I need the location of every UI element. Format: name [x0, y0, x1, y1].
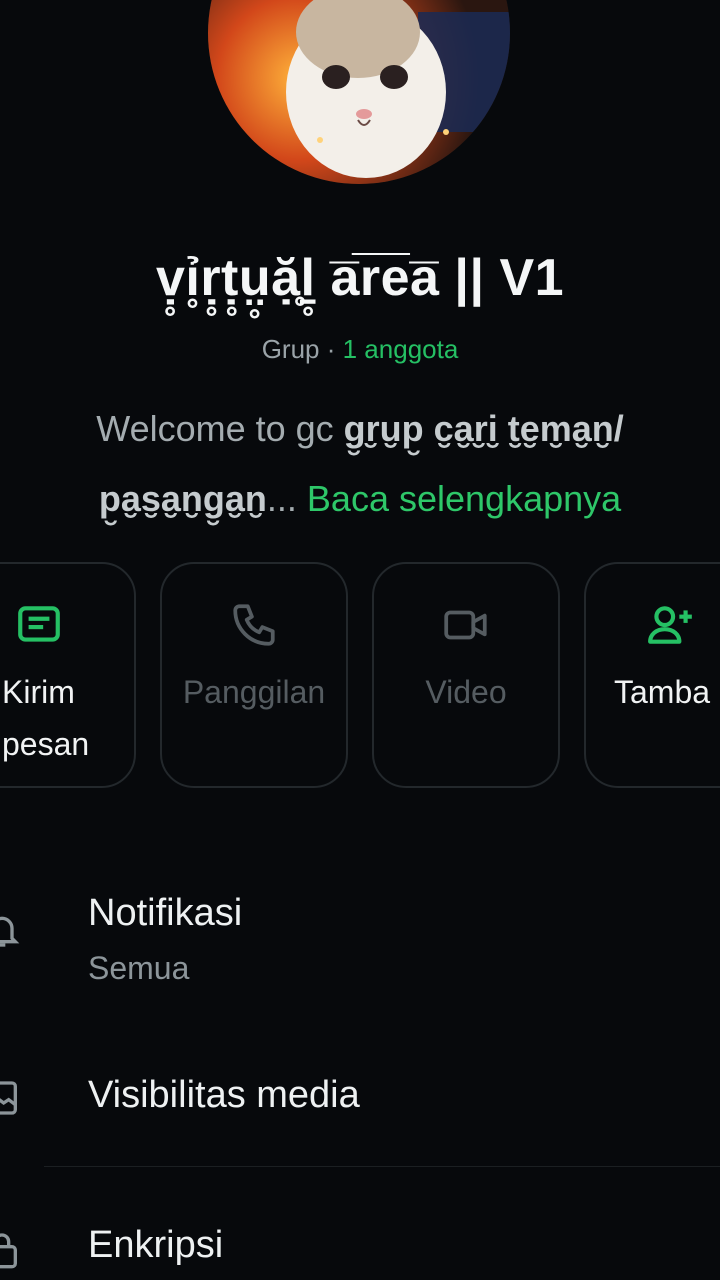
notifications-title: Notifikasi [88, 892, 243, 934]
group-meta: Grup · 1 anggota [0, 334, 720, 365]
group-avatar[interactable] [208, 0, 510, 184]
meta-separator: · [319, 334, 343, 364]
media-visibility-title: Visibilitas media [88, 1074, 360, 1116]
description-ellipsis: ... [266, 478, 297, 519]
message-icon [18, 606, 60, 642]
menu-item-encryption[interactable]: Enkripsi [0, 1216, 720, 1280]
voice-call-button[interactable]: Panggilan [160, 562, 348, 788]
read-more-link[interactable]: Baca selengkapnya [307, 478, 621, 519]
media-icon [0, 1081, 17, 1115]
member-count-link[interactable]: 1 anggota [343, 334, 459, 364]
send-message-button[interactable]: Kirim pesan [0, 562, 136, 788]
action-buttons-row: Kirim pesan Panggilan Video Tamba [0, 562, 720, 792]
video-call-button[interactable]: Video [372, 562, 560, 788]
menu-item-media-visibility[interactable]: Visibilitas media [0, 1064, 720, 1144]
send-message-label: Kirim pesan [2, 674, 90, 762]
add-member-button[interactable]: Tamba [584, 562, 720, 788]
cat-photo [208, 0, 510, 184]
bell-icon [0, 916, 20, 947]
video-call-label: Video [425, 674, 507, 710]
lock-icon [0, 1233, 17, 1269]
voice-call-label: Panggilan [182, 674, 326, 710]
group-name: ṿ̥ỉ̥ṛ̥ṭ̥ṳ̥ặ̥ḻ̥ a̅r̅e̅a̅ || V1 [155, 249, 565, 307]
menu-divider [44, 1166, 720, 1167]
video-icon [444, 610, 487, 640]
add-member-label: Tamba [614, 674, 711, 710]
group-description: Welcome to gc g̮r̮u̮p̮ c̮a̮r̮i̮ t̮e̮m̮a̮… [40, 394, 680, 534]
description-prefix: Welcome to gc [96, 408, 344, 449]
group-info-screen: ṿ̥ỉ̥ṛ̥ṭ̥ṳ̥ặ̥ḻ̥ a̅r̅e̅a̅ || V1 Grup · 1 a… [0, 0, 720, 1280]
encryption-title: Enkripsi [88, 1224, 224, 1266]
add-person-icon [648, 606, 692, 644]
menu-item-notifications[interactable]: Notifikasi Semua [0, 880, 720, 1010]
phone-icon [233, 604, 275, 646]
group-type-label: Grup [261, 334, 320, 364]
notifications-subtitle: Semua [88, 950, 190, 986]
